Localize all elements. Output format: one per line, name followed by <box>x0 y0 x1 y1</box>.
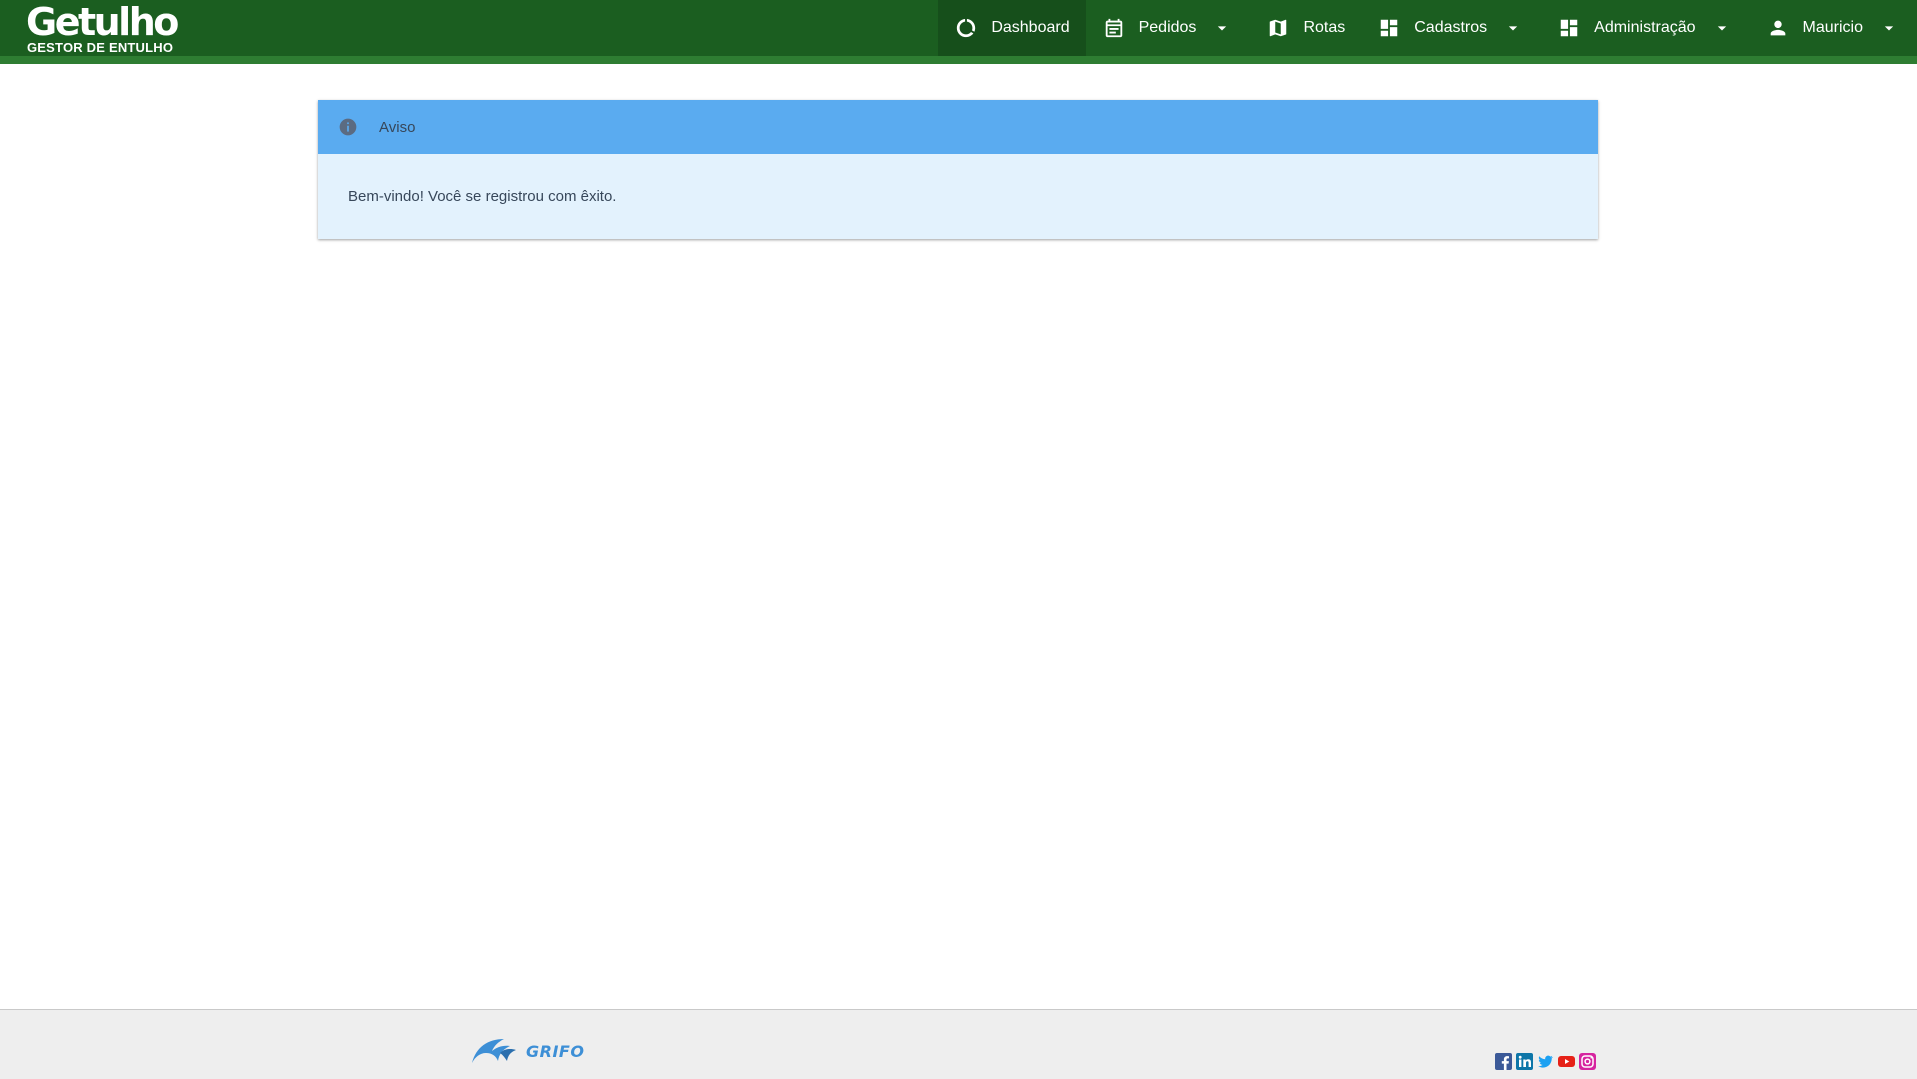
map-icon <box>1266 16 1290 40</box>
dashboard-circle-icon <box>954 16 978 40</box>
user-icon <box>1766 16 1790 40</box>
chevron-down-icon <box>1210 16 1234 40</box>
alert-header: Aviso <box>318 100 1598 154</box>
chevron-down-icon <box>1710 16 1734 40</box>
grifo-bird-icon <box>472 1039 516 1063</box>
nav-label-user: Mauricio <box>1802 19 1863 36</box>
nav-item-cadastros[interactable]: Cadastros <box>1361 0 1541 56</box>
linkedin-icon[interactable] <box>1516 1053 1533 1070</box>
alert-card: Aviso Bem-vindo! Você se registrou com ê… <box>318 100 1598 239</box>
nav-label-administracao: Administração <box>1594 19 1696 36</box>
chevron-down-icon <box>1877 16 1901 40</box>
alert-body: Bem-vindo! Você se registrou com êxito. <box>318 154 1598 239</box>
alert-title: Aviso <box>379 118 416 136</box>
brand-name: Getulho <box>26 0 179 44</box>
nav-item-administracao[interactable]: Administração <box>1541 0 1749 56</box>
calendar-icon <box>1102 16 1126 40</box>
grifo-logo[interactable]: GRIFO <box>470 1033 584 1069</box>
grid-icon <box>1377 16 1401 40</box>
grid-icon <box>1557 16 1581 40</box>
nav-label-cadastros: Cadastros <box>1414 19 1488 36</box>
nav-item-user-menu[interactable]: Mauricio <box>1750 0 1917 56</box>
facebook-icon[interactable] <box>1495 1053 1512 1070</box>
youtube-icon[interactable] <box>1558 1053 1575 1070</box>
social-links <box>1495 1053 1596 1070</box>
nav-label-dashboard: Dashboard <box>991 19 1070 36</box>
top-navbar: Getulho GESTOR DE ENTULHO Dashboard Pedi… <box>0 0 1917 64</box>
nav-item-pedidos[interactable]: Pedidos <box>1086 0 1251 56</box>
grifo-logo-text: GRIFO <box>526 1041 585 1061</box>
nav-item-dashboard[interactable]: Dashboard <box>938 0 1086 56</box>
nav-label-rotas: Rotas <box>1303 19 1346 36</box>
nav-item-rotas[interactable]: Rotas <box>1250 0 1361 56</box>
brand-tagline: GESTOR DE ENTULHO <box>27 40 174 55</box>
main-nav: Dashboard Pedidos Rotas Cadastros Admini… <box>938 0 1917 56</box>
footer: GRIFO <box>0 1009 1917 1079</box>
twitter-icon[interactable] <box>1537 1053 1554 1070</box>
alert-message: Bem-vindo! Você se registrou com êxito. <box>348 188 617 205</box>
chevron-down-icon <box>1501 16 1525 40</box>
brand-logo[interactable]: Getulho GESTOR DE ENTULHO <box>26 0 186 56</box>
info-icon <box>338 117 358 137</box>
nav-label-pedidos: Pedidos <box>1138 19 1197 36</box>
instagram-icon[interactable] <box>1579 1053 1596 1070</box>
